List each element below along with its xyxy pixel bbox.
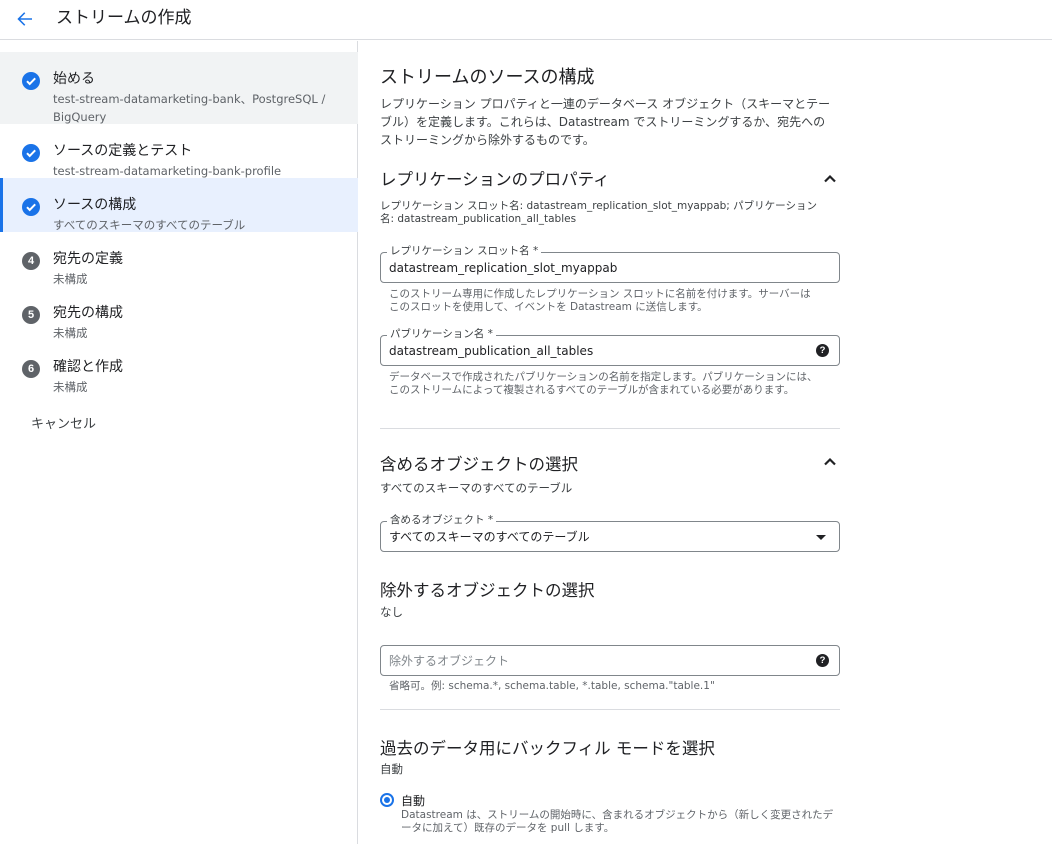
step-title: 宛先の定義	[53, 251, 123, 267]
collapse-include-button[interactable]	[821, 453, 839, 471]
stepper-sidebar: 始める test-stream-datamarketing-bank、Postg…	[0, 41, 358, 844]
step-subtitle: 未構成	[53, 380, 88, 394]
dropdown-arrow-icon	[816, 535, 826, 540]
help-icon[interactable]: ?	[816, 654, 829, 667]
chevron-up-icon	[824, 457, 836, 466]
cancel-button[interactable]: キャンセル	[31, 413, 96, 432]
field-label: パブリケーション名 *	[387, 327, 496, 341]
step-review-create[interactable]: 6 確認と作成 未構成	[0, 340, 358, 394]
step-define-destination[interactable]: 4 宛先の定義 未構成	[0, 232, 358, 286]
section-title: ストリームのソースの構成	[380, 67, 595, 88]
field-value: すべてのスキーマのすべてのテーブル	[389, 530, 590, 544]
chevron-up-icon	[824, 174, 836, 183]
replication-heading: レプリケーションのプロパティ	[380, 170, 610, 189]
divider	[380, 428, 840, 429]
field-helper-text: データベースで作成されたパブリケーションの名前を指定します。パブリケーションには…	[389, 371, 818, 396]
collapse-replication-button[interactable]	[821, 170, 839, 188]
step-title: 始める	[53, 71, 95, 87]
step-title: 宛先の構成	[53, 305, 123, 321]
exclude-summary: なし	[380, 605, 403, 619]
field-label: レプリケーション スロット名 *	[387, 244, 542, 258]
exclude-objects-field[interactable]: 除外するオブジェクト ?	[380, 645, 840, 676]
backfill-auto-radio[interactable]	[380, 793, 394, 807]
step-number-badge: 6	[22, 360, 40, 378]
replication-summary: レプリケーション スロット名: datastream_replication_s…	[380, 200, 817, 225]
field-value: datastream_replication_slot_myappab	[389, 261, 618, 275]
include-objects-select[interactable]: 含めるオブジェクト * すべてのスキーマのすべてのテーブル	[380, 513, 840, 552]
page-header: ストリームの作成	[0, 0, 1052, 40]
radio-description: Datastream は、ストリームの開始時に、含まれるオブジェクトから（新しく…	[401, 809, 834, 834]
radio-selected-dot	[384, 797, 390, 803]
section-description: レプリケーション プロパティと一連のデータベース オブジェクト（スキーマとテーブ…	[380, 97, 831, 147]
step-number-badge: 4	[22, 252, 40, 270]
check-circle-icon	[22, 72, 40, 90]
field-helper-text: 省略可。例: schema.*, schema.table, *.table, …	[389, 680, 715, 692]
divider	[380, 709, 840, 710]
backfill-summary: 自動	[380, 762, 403, 776]
field-label: 含めるオブジェクト *	[387, 513, 497, 527]
step-title: ソースの定義とテスト	[53, 143, 193, 159]
step-define-source[interactable]: ソースの定義とテスト test-stream-datamarketing-ban…	[0, 124, 358, 178]
backfill-heading: 過去のデータ用にバックフィル モードを選択	[380, 739, 715, 758]
back-button[interactable]	[14, 8, 36, 30]
step-get-started[interactable]: 始める test-stream-datamarketing-bank、Postg…	[0, 52, 358, 124]
step-configure-source[interactable]: ソースの構成 すべてのスキーマのすべてのテーブル	[0, 178, 358, 232]
exclude-heading: 除外するオブジェクトの選択	[380, 581, 595, 600]
radio-label[interactable]: 自動	[401, 792, 425, 809]
step-number-badge: 5	[22, 306, 40, 324]
step-title: ソースの構成	[53, 197, 137, 213]
field-helper-text: このストリーム専用に作成したレプリケーション スロットに名前を付けます。サーバー…	[389, 288, 811, 313]
page-title: ストリームの作成	[56, 8, 192, 28]
step-configure-destination[interactable]: 5 宛先の構成 未構成	[0, 286, 358, 340]
include-heading: 含めるオブジェクトの選択	[380, 455, 578, 474]
check-circle-icon	[22, 198, 40, 216]
replication-slot-field[interactable]: レプリケーション スロット名 * datastream_replication_…	[380, 244, 840, 283]
field-value: datastream_publication_all_tables	[389, 344, 594, 358]
include-summary: すべてのスキーマのすべてのテーブル	[380, 481, 573, 495]
help-icon[interactable]: ?	[816, 344, 829, 357]
arrow-back-icon	[17, 12, 32, 26]
step-subtitle: test-stream-datamarketing-bank、PostgreSQ…	[53, 92, 326, 124]
publication-name-field[interactable]: パブリケーション名 * datastream_publication_all_t…	[380, 327, 840, 366]
field-placeholder: 除外するオブジェクト	[389, 654, 510, 668]
step-title: 確認と作成	[53, 359, 123, 375]
check-circle-icon	[22, 144, 40, 162]
